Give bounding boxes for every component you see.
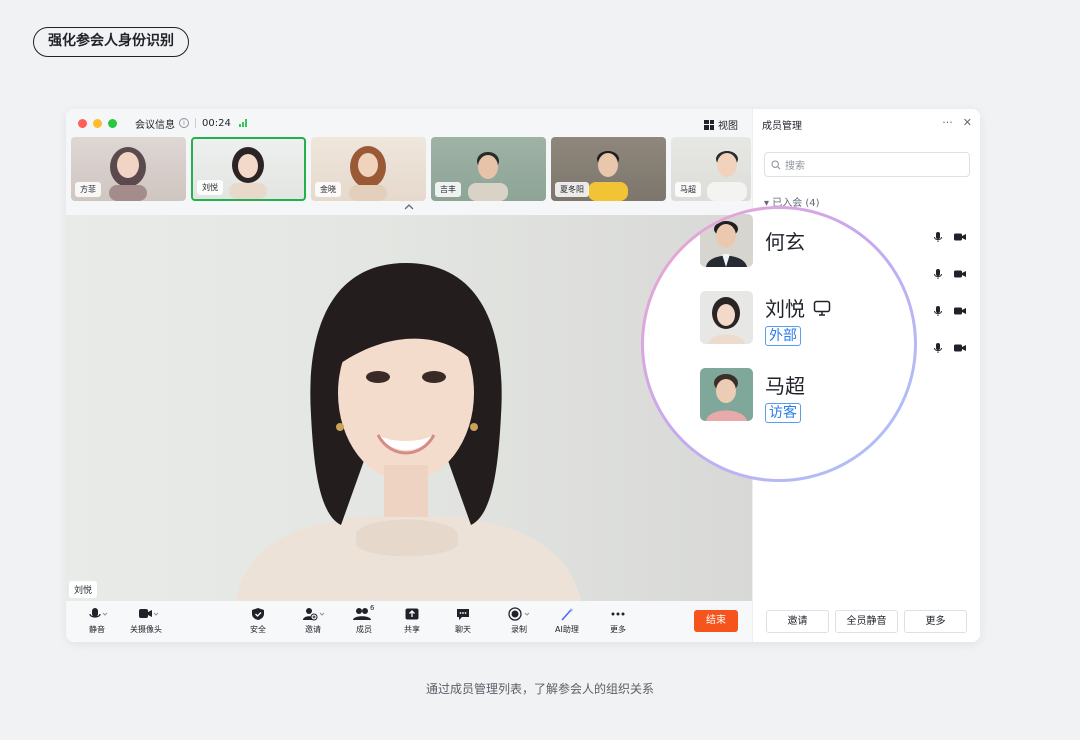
camera-label: 关摄像头	[130, 625, 162, 634]
security-label: 安全	[250, 625, 266, 634]
avatar	[700, 214, 753, 267]
more-label: 更多	[610, 625, 626, 634]
member-list-magnifier: 何玄 刘悦 外部 马超 访客	[641, 206, 917, 482]
chat-button[interactable]: 聊天	[455, 607, 471, 635]
thumb-name: 夏冬阳	[555, 182, 589, 197]
ai-assistant-label: AI助理	[555, 625, 579, 634]
maximize-window-button[interactable]	[108, 118, 117, 128]
thumb-name: 方菲	[75, 182, 101, 197]
microphone-icon[interactable]	[933, 305, 943, 317]
view-label: 视图	[718, 121, 738, 132]
mute-all-button[interactable]: 全员静音	[835, 610, 898, 633]
avatar	[700, 368, 753, 421]
share-screen-icon	[405, 608, 419, 620]
members-count-badge: 6	[370, 604, 375, 612]
microphone-icon	[89, 608, 108, 618]
meeting-timer: 00:24	[202, 117, 231, 129]
record-button[interactable]: 录制	[506, 607, 532, 635]
microphone-icon[interactable]	[933, 342, 943, 354]
search-icon	[771, 159, 781, 169]
record-label: 录制	[511, 625, 527, 634]
member-row-controls	[933, 268, 967, 280]
info-icon: i	[179, 118, 189, 128]
magic-wand-icon	[561, 608, 574, 621]
participant-thumb[interactable]: 刘悦	[191, 137, 306, 201]
page-title-badge: 强化参会人身份识别	[33, 27, 189, 57]
participant-thumb[interactable]: 吉丰	[431, 137, 546, 201]
main-speaker-video: 刘悦	[66, 215, 752, 601]
meeting-toolbar: 静音 关摄像头 安全 邀请 成员 6 共享 聊天 录制 AI助理 更多 结束	[66, 601, 752, 642]
member-row-controls	[933, 305, 967, 317]
mute-label: 静音	[89, 625, 105, 634]
minimize-window-button[interactable]	[93, 118, 102, 128]
monitor-icon	[813, 300, 831, 316]
camera-icon[interactable]	[953, 305, 967, 317]
microphone-icon[interactable]	[933, 231, 943, 243]
meeting-info-button[interactable]: 会议信息 i	[135, 116, 189, 131]
participant-thumbnails: 方菲 刘悦 金晓 吉丰 夏冬阳 马超	[71, 137, 751, 201]
panel-close-icon[interactable]: ✕	[963, 116, 972, 129]
external-tag: 外部	[765, 326, 801, 346]
camera-icon[interactable]	[953, 268, 967, 280]
thumb-name: 刘悦	[197, 180, 223, 195]
shield-icon	[252, 608, 264, 620]
member-row[interactable]: 刘悦 外部	[700, 291, 831, 346]
close-window-button[interactable]	[78, 118, 87, 128]
member-name: 刘悦	[765, 297, 805, 321]
participant-thumb[interactable]: 方菲	[71, 137, 186, 201]
panel-more-icon[interactable]: ···	[942, 116, 953, 129]
chat-label: 聊天	[455, 625, 471, 634]
member-row-controls	[933, 231, 967, 243]
camera-icon[interactable]	[953, 231, 967, 243]
ai-assistant-button[interactable]: AI助理	[555, 607, 579, 635]
members-button[interactable]: 成员 6	[352, 604, 376, 635]
visitor-tag: 访客	[765, 403, 801, 423]
share-label: 共享	[404, 625, 420, 634]
participant-thumb[interactable]: 夏冬阳	[551, 137, 666, 201]
mute-button[interactable]: 静音	[86, 607, 108, 635]
more-dots-icon	[611, 612, 625, 616]
search-placeholder: 搜索	[785, 161, 805, 172]
share-button[interactable]: 共享	[404, 607, 420, 635]
invite-button[interactable]: 邀请	[300, 607, 326, 635]
member-row-controls	[933, 342, 967, 354]
participant-thumb[interactable]: 马超	[671, 137, 751, 201]
camera-toggle-button[interactable]: 关摄像头	[130, 607, 162, 635]
member-name: 马超	[765, 374, 805, 398]
invite-label: 邀请	[305, 625, 321, 634]
record-icon	[508, 607, 530, 621]
camera-icon	[139, 609, 159, 618]
member-row[interactable]: 何玄	[700, 214, 805, 267]
panel-title: 成员管理	[762, 121, 802, 132]
thumb-name: 金晓	[315, 182, 341, 197]
security-button[interactable]: 安全	[250, 607, 266, 635]
member-search-input[interactable]: 搜索	[764, 152, 970, 177]
member-name: 何玄	[765, 230, 805, 254]
page-caption: 通过成员管理列表，了解参会人的组织关系	[425, 682, 654, 696]
speaker-portrait	[236, 263, 581, 601]
title-bar: 会议信息 i 00:24 视图	[66, 109, 752, 137]
chevron-up-icon[interactable]	[403, 203, 415, 211]
member-row[interactable]: 马超 访客	[700, 368, 805, 423]
more-button[interactable]: 更多	[610, 607, 626, 635]
end-meeting-button[interactable]: 结束	[694, 610, 738, 632]
add-user-icon	[303, 608, 325, 621]
view-button[interactable]: 视图	[704, 117, 738, 132]
thumb-name: 马超	[675, 182, 701, 197]
microphone-icon[interactable]	[933, 268, 943, 280]
signal-icon	[238, 119, 247, 127]
avatar	[700, 291, 753, 344]
participant-thumb[interactable]: 金晓	[311, 137, 426, 201]
speaker-name-label: 刘悦	[69, 581, 98, 598]
panel-more-button[interactable]: 更多	[904, 610, 967, 633]
members-label: 成员	[356, 625, 372, 634]
meeting-info-label: 会议信息	[135, 119, 175, 131]
thumb-name: 吉丰	[435, 182, 461, 197]
chat-icon	[457, 609, 469, 620]
camera-icon[interactable]	[953, 342, 967, 354]
grid-view-icon	[704, 119, 714, 130]
invite-member-button[interactable]: 邀请	[766, 610, 829, 633]
